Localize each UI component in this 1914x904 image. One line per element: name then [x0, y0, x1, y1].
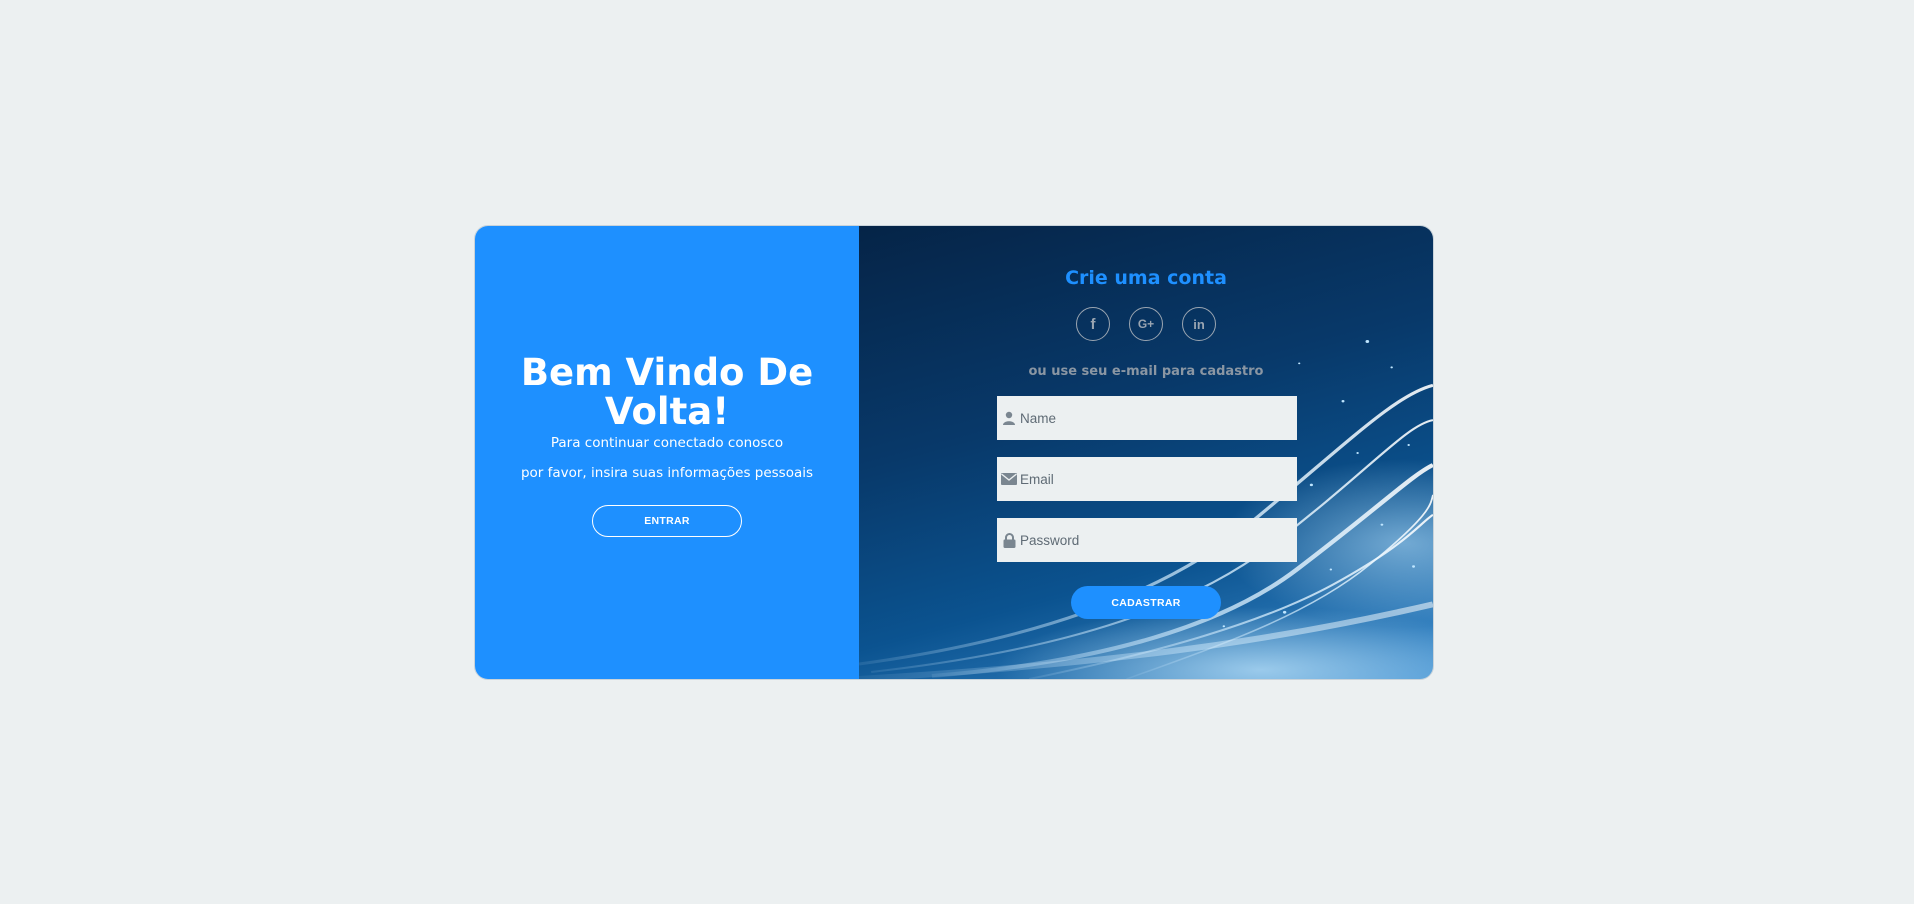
- linkedin-button[interactable]: in: [1182, 307, 1216, 341]
- linkedin-icon: in: [1193, 316, 1205, 332]
- signup-button[interactable]: CADASTRAR: [1071, 586, 1221, 619]
- envelope-icon: [1001, 471, 1017, 487]
- name-field: [997, 396, 1297, 440]
- email-field: [997, 457, 1297, 501]
- password-field: [997, 518, 1297, 562]
- welcome-text-line-2: por favor, insira suas informações pesso…: [520, 465, 814, 481]
- signup-subtitle: ou use seu e-mail para cadastro: [1028, 364, 1264, 379]
- welcome-text-line-1: Para continuar conectado conosco: [550, 435, 784, 451]
- welcome-title: Bem Vindo De Volta!: [520, 351, 814, 433]
- auth-card: Bem Vindo De Volta! Para continuar conec…: [474, 225, 1434, 680]
- google-plus-icon: G+: [1137, 317, 1155, 331]
- facebook-icon: f: [1090, 315, 1096, 333]
- signup-title: Crie uma conta: [1065, 267, 1227, 289]
- user-icon: [1001, 410, 1017, 426]
- social-buttons: f G+ in: [859, 307, 1433, 341]
- signin-button[interactable]: ENTRAR: [592, 505, 742, 537]
- name-input[interactable]: [1020, 410, 1280, 426]
- email-input[interactable]: [1020, 471, 1280, 487]
- welcome-panel: Bem Vindo De Volta! Para continuar conec…: [475, 226, 859, 679]
- google-plus-button[interactable]: G+: [1129, 307, 1163, 341]
- facebook-button[interactable]: f: [1076, 307, 1110, 341]
- signup-panel: Crie uma conta f G+ in ou use seu e-mail…: [859, 226, 1433, 679]
- password-input[interactable]: [1020, 532, 1280, 548]
- lock-icon: [1001, 532, 1017, 548]
